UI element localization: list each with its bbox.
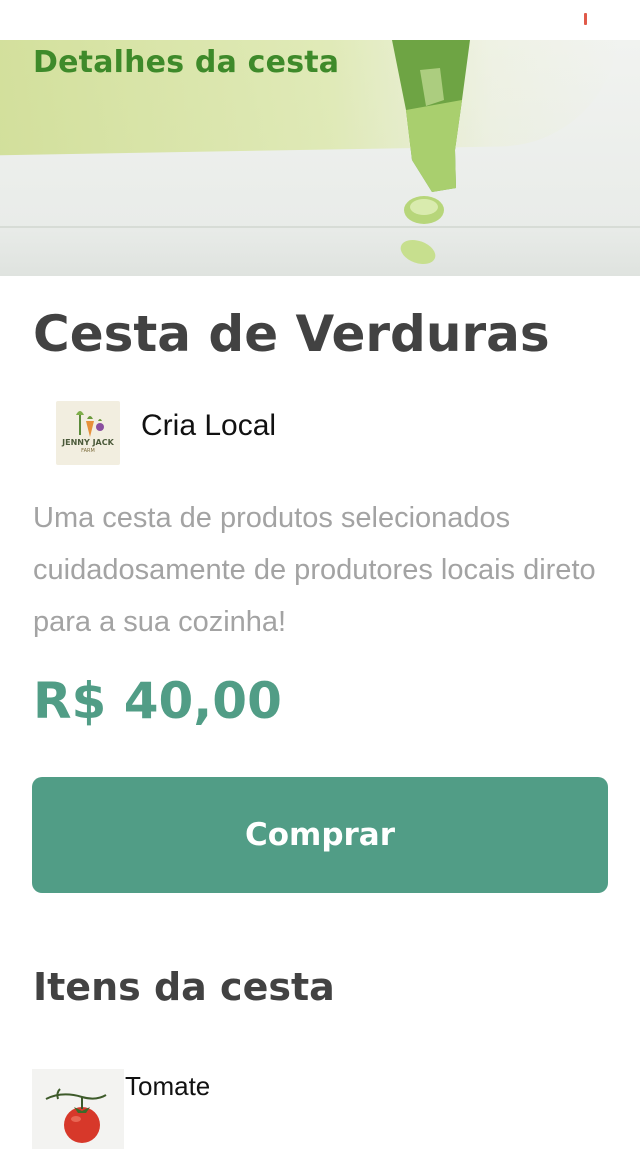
item-image-tomato[interactable]	[32, 1069, 124, 1149]
buy-button[interactable]: Comprar	[32, 777, 608, 893]
product-price: R$ 40,00	[33, 672, 282, 730]
producer-logo-text: JENNY JACK	[62, 438, 114, 447]
tomato-icon	[45, 1088, 107, 1143]
hero-banner: Detalhes da cesta	[0, 40, 640, 276]
battery-indicator-icon	[584, 13, 587, 25]
producer-logo-subtext: FARM	[81, 448, 95, 454]
producer-name[interactable]: Cria Local	[141, 409, 276, 443]
product-title: Cesta de Verduras	[33, 305, 550, 363]
producer-logo: JENNY JACK FARM	[56, 401, 120, 465]
status-bar	[0, 0, 640, 40]
item-name-tomato[interactable]: Tomate	[125, 1071, 210, 1102]
items-section-title: Itens da cesta	[33, 965, 335, 1009]
product-description: Uma cesta de produtos selecionados cuida…	[33, 502, 596, 638]
vegetables-icon	[76, 411, 104, 437]
page-title: Detalhes da cesta	[33, 45, 340, 80]
